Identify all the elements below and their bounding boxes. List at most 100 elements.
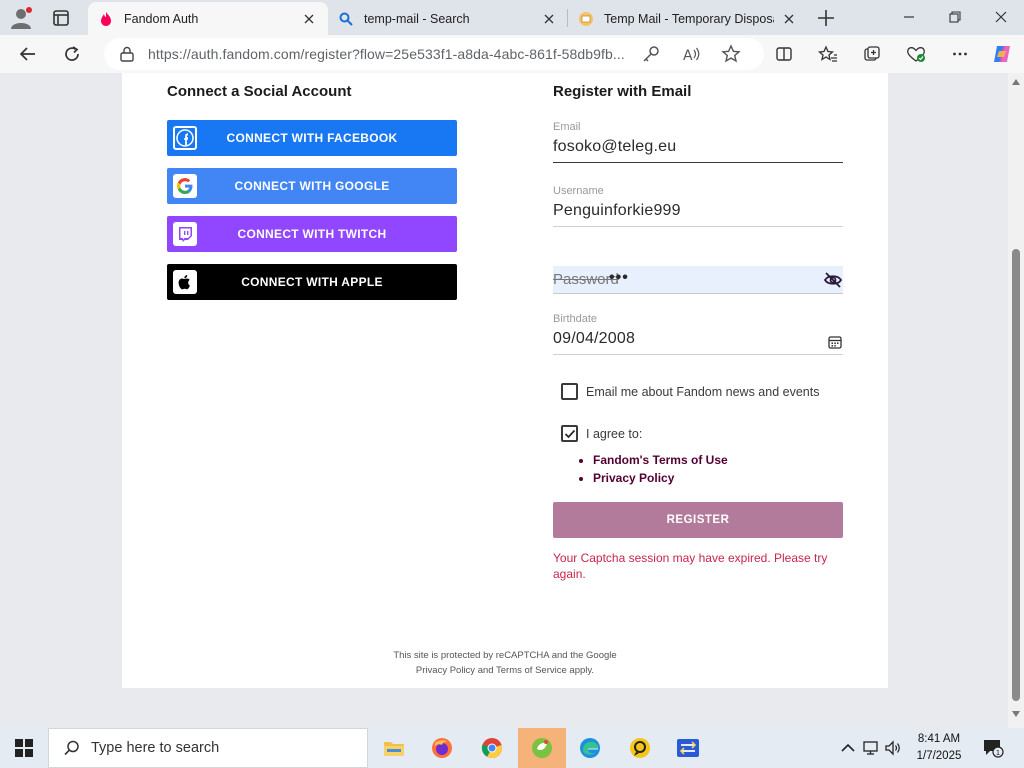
social-section-title: Connect a Social Account — [167, 83, 352, 100]
minimize-button[interactable] — [886, 2, 932, 32]
close-tab-icon[interactable] — [300, 10, 318, 28]
favorites-icon — [818, 45, 837, 62]
tab-temp-mail-search[interactable]: temp-mail - Search — [328, 2, 568, 35]
connect-twitch-button[interactable]: CONNECT WITH TWITCH — [167, 216, 457, 252]
temp-mail-favicon-icon — [579, 11, 593, 26]
newsletter-checkbox-row[interactable]: Email me about Fandom news and events — [561, 383, 819, 400]
newsletter-checkbox[interactable] — [561, 383, 578, 400]
browser-essentials-button[interactable] — [902, 40, 930, 68]
terms-of-use-link[interactable]: Fandom's Terms of Use — [593, 453, 728, 467]
new-tab-button[interactable] — [813, 5, 839, 31]
terms-list: Fandom's Terms of Use Privacy Policy — [577, 453, 728, 489]
tab-title: temp-mail - Search — [364, 11, 470, 26]
twitch-icon — [173, 222, 197, 246]
email-input[interactable]: fosoko@teleg.eu — [553, 138, 843, 156]
favorites-button[interactable] — [814, 40, 842, 68]
password-input[interactable]: ••• — [609, 269, 629, 287]
username-input[interactable]: Penguinforkie999 — [553, 202, 843, 220]
chat-app-button[interactable] — [616, 728, 664, 768]
connect-facebook-button[interactable]: CONNECT WITH FACEBOOK — [167, 120, 457, 156]
register-card: Connect a Social Account Register with E… — [122, 73, 888, 688]
restore-button[interactable] — [932, 2, 978, 32]
connect-apple-button[interactable]: CONNECT WITH APPLE — [167, 264, 457, 300]
chat-app-icon — [630, 738, 650, 758]
collections-button[interactable] — [858, 40, 886, 68]
page-scrollbar[interactable] — [1008, 73, 1024, 728]
recaptcha-line1: This site is protected by reCAPTCHA and … — [393, 650, 617, 661]
network-status-icon[interactable] — [862, 739, 880, 757]
url-text[interactable]: https://auth.fandom.com/register?flow=25… — [148, 46, 628, 62]
recaptcha-notice: This site is protected by reCAPTCHA and … — [122, 648, 888, 678]
connect-google-label: CONNECT WITH GOOGLE — [234, 179, 390, 193]
favorite-star-icon[interactable] — [721, 44, 741, 64]
password-field[interactable]: Password ••• — [553, 266, 843, 294]
calendar-icon[interactable] — [827, 334, 843, 350]
file-explorer-button[interactable] — [370, 728, 418, 768]
app-leaf-icon — [532, 738, 552, 758]
apple-icon — [173, 270, 197, 294]
chevron-up-icon[interactable] — [839, 739, 857, 757]
firefox-button[interactable] — [418, 728, 466, 768]
close-tab-icon[interactable] — [540, 10, 558, 28]
connect-google-button[interactable]: CONNECT WITH GOOGLE — [167, 168, 457, 204]
notification-center-icon[interactable]: 1 — [982, 738, 1004, 758]
scroll-down-arrow-icon[interactable] — [1012, 711, 1020, 717]
start-button[interactable] — [0, 728, 48, 768]
newsletter-label: Email me about Fandom news and events — [586, 384, 820, 399]
edge-button[interactable] — [566, 728, 614, 768]
recaptcha-and-text: and — [477, 665, 494, 676]
birthdate-field[interactable]: Birthdate 09/04/2008 — [553, 313, 843, 355]
tab-actions-button[interactable] — [48, 5, 74, 31]
close-tab-icon[interactable] — [780, 10, 798, 28]
tab-temp-mail[interactable]: Temp Mail - Temporary Disposab — [568, 2, 808, 35]
profile-button[interactable] — [8, 5, 34, 31]
scrollbar-thumb[interactable] — [1012, 249, 1020, 701]
search-icon — [64, 740, 79, 756]
copilot-button[interactable] — [988, 40, 1016, 68]
birthdate-input[interactable]: 09/04/2008 — [553, 330, 843, 348]
chrome-button[interactable] — [468, 728, 516, 768]
lock-icon[interactable] — [118, 45, 136, 63]
address-bar[interactable]: https://auth.fandom.com/register?flow=25… — [104, 38, 764, 70]
connect-twitch-label: CONNECT WITH TWITCH — [237, 227, 387, 241]
settings-more-button[interactable] — [946, 40, 974, 68]
taskbar-search-box[interactable]: Type here to search — [48, 728, 368, 768]
volume-icon[interactable] — [884, 739, 902, 757]
username-underline — [553, 226, 843, 227]
agree-checkbox[interactable] — [561, 425, 578, 442]
key-icon[interactable] — [641, 44, 661, 64]
windows-taskbar: Type here to search 8:41 AM 1/7/2025 1 — [0, 728, 1024, 768]
agree-checkbox-row[interactable]: I agree to: — [561, 425, 642, 442]
eye-slash-icon[interactable] — [823, 270, 843, 290]
back-button[interactable] — [14, 40, 42, 68]
username-field[interactable]: Username Penguinforkie999 — [553, 185, 843, 227]
back-arrow-icon — [19, 47, 35, 61]
recaptcha-terms-link[interactable]: Terms of Service — [496, 665, 567, 676]
network-app-button[interactable] — [664, 728, 712, 768]
email-field[interactable]: Email fosoko@teleg.eu — [553, 121, 843, 163]
refresh-button[interactable] — [58, 40, 86, 68]
close-window-button[interactable] — [978, 2, 1024, 32]
connect-apple-label: CONNECT WITH APPLE — [241, 275, 383, 289]
scroll-up-arrow-icon[interactable] — [1012, 79, 1020, 85]
recaptcha-privacy-link[interactable]: Privacy Policy — [416, 665, 475, 676]
clock-date: 1/7/2025 — [916, 750, 962, 762]
heart-pulse-icon — [907, 47, 925, 62]
read-aloud-icon[interactable]: A — [681, 44, 701, 64]
tab-fandom-auth[interactable]: Fandom Auth — [88, 2, 328, 35]
taskbar-clock[interactable]: 8:41 AM 1/7/2025 — [906, 731, 972, 765]
copilot-icon — [994, 46, 1010, 62]
windows-logo-icon — [15, 739, 33, 757]
tab-title: Temp Mail - Temporary Disposab — [604, 11, 774, 26]
active-app-button[interactable] — [518, 728, 566, 768]
register-button[interactable]: REGISTER — [553, 502, 843, 538]
split-screen-button[interactable] — [770, 40, 798, 68]
edge-icon — [580, 738, 600, 758]
network-app-icon — [677, 739, 699, 757]
taskbar-search-placeholder: Type here to search — [91, 740, 220, 756]
chrome-icon — [481, 738, 502, 759]
email-underline — [553, 162, 843, 163]
restore-icon — [949, 11, 961, 23]
privacy-policy-link[interactable]: Privacy Policy — [593, 471, 728, 485]
collections-icon — [864, 46, 880, 61]
